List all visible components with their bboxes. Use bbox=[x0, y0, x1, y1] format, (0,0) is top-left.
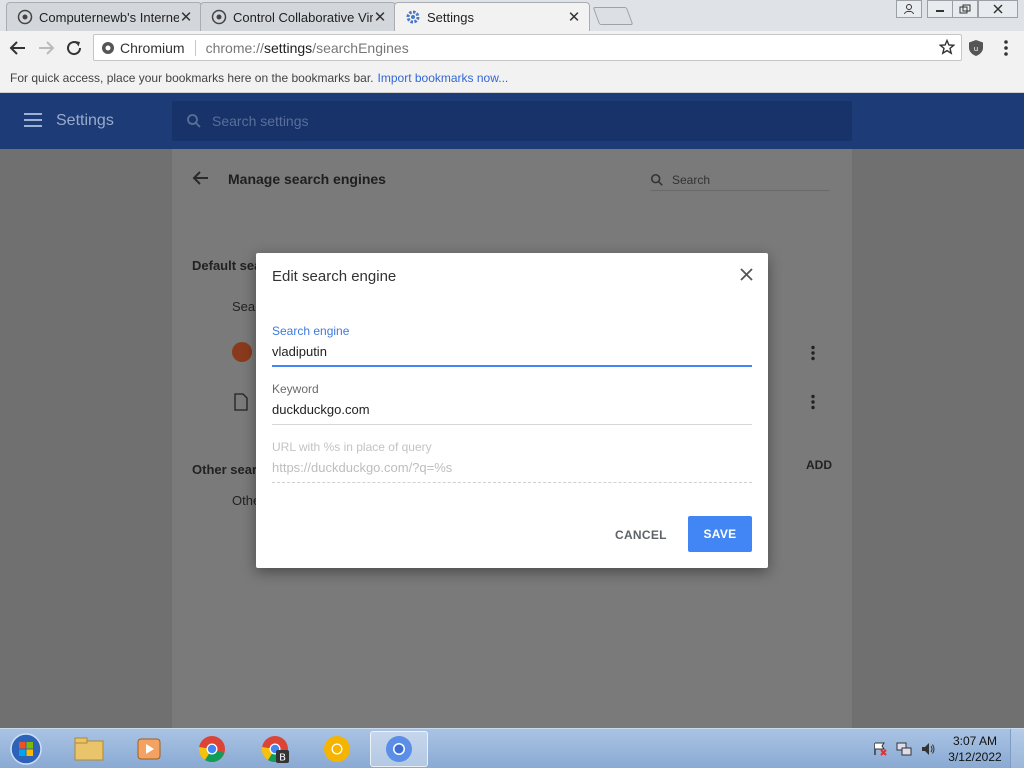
reload-button[interactable] bbox=[63, 37, 85, 59]
tab-close-icon[interactable]: ✕ bbox=[373, 9, 387, 26]
add-engine-button[interactable]: ADD bbox=[806, 458, 832, 472]
forward-button[interactable] bbox=[35, 37, 57, 59]
minimize-button[interactable] bbox=[927, 0, 953, 18]
page-title: Manage search engines bbox=[228, 171, 386, 187]
settings-title: Settings bbox=[56, 112, 114, 129]
extension-shield-icon[interactable]: u bbox=[965, 37, 987, 59]
row-more-icon[interactable] bbox=[810, 345, 816, 364]
tab-close-icon[interactable]: ✕ bbox=[567, 9, 581, 26]
search-icon bbox=[650, 173, 663, 186]
url-field: URL with %s in place of query https://du… bbox=[272, 440, 752, 483]
cancel-button[interactable]: CANCEL bbox=[605, 518, 677, 552]
save-button[interactable]: SAVE bbox=[688, 516, 752, 552]
page-search-placeholder: Search bbox=[672, 172, 711, 187]
chrome-canary-icon[interactable] bbox=[308, 731, 366, 767]
settings-header: Settings Search settings bbox=[0, 93, 1024, 149]
window-close-button[interactable] bbox=[978, 0, 1018, 18]
origin-chip: Chromium bbox=[120, 39, 185, 56]
gear-icon bbox=[405, 9, 421, 25]
url-label: URL with %s in place of query bbox=[272, 440, 432, 454]
file-icon bbox=[234, 393, 248, 414]
start-button[interactable] bbox=[4, 730, 48, 768]
clock-time: 3:07 AM bbox=[952, 734, 998, 748]
bookmarks-bar: For quick access, place your bookmarks h… bbox=[0, 64, 1024, 93]
tab-title: Settings bbox=[427, 9, 474, 25]
search-engine-label: Search engine bbox=[272, 324, 350, 338]
bookmarks-hint: For quick access, place your bookmarks h… bbox=[10, 71, 374, 85]
action-center-icon[interactable] bbox=[868, 741, 892, 757]
row-more-icon[interactable] bbox=[810, 394, 816, 413]
url-text[interactable]: chrome://settings/searchEngines bbox=[206, 40, 409, 56]
chrome-beta-icon[interactable]: B bbox=[246, 731, 304, 767]
menu-dots-icon[interactable] bbox=[995, 37, 1017, 59]
tab-title: Control Collaborative Virt bbox=[233, 9, 373, 25]
back-button[interactable] bbox=[7, 37, 29, 59]
edit-search-engine-dialog: Edit search engine Search engine vladipu… bbox=[256, 253, 768, 568]
svg-text:u: u bbox=[974, 45, 978, 53]
restore-button[interactable] bbox=[952, 0, 978, 18]
page-search-input[interactable]: Search bbox=[650, 169, 830, 191]
address-bar[interactable]: Chromium chrome://settings/searchEngines bbox=[93, 34, 962, 61]
site-favicon-icon bbox=[17, 9, 33, 25]
volume-icon[interactable] bbox=[916, 741, 940, 757]
divider bbox=[194, 39, 196, 56]
svg-text:B: B bbox=[279, 753, 286, 764]
media-player-icon[interactable] bbox=[120, 731, 178, 767]
clock[interactable]: 3:07 AM 3/12/2022 bbox=[940, 733, 1010, 765]
other-engines-heading: Other searc bbox=[192, 462, 265, 477]
search-engine-field[interactable]: Search engine vladiputin bbox=[272, 324, 752, 367]
url-input: https://duckduckgo.com/?q=%s bbox=[272, 460, 752, 483]
duckduckgo-icon bbox=[232, 342, 252, 362]
tab-computernewb[interactable]: Computernewb's Internet ✕ bbox=[6, 2, 202, 31]
file-explorer-icon[interactable] bbox=[60, 731, 118, 767]
tab-strip: Computernewb's Internet ✕ Control Collab… bbox=[0, 0, 1024, 31]
dialog-title: Edit search engine bbox=[272, 268, 397, 285]
tab-control-collaborative[interactable]: Control Collaborative Virt ✕ bbox=[200, 2, 396, 31]
search-engine-input[interactable]: vladiputin bbox=[272, 344, 752, 367]
settings-search-input[interactable]: Search settings bbox=[172, 101, 852, 141]
browser-toolbar: Chromium chrome://settings/searchEngines… bbox=[0, 31, 1024, 64]
profile-icon[interactable] bbox=[896, 0, 922, 18]
close-icon[interactable] bbox=[738, 266, 754, 282]
default-engines-heading: Default sea bbox=[192, 258, 262, 273]
network-icon[interactable] bbox=[892, 741, 916, 757]
hamburger-menu-icon[interactable] bbox=[24, 113, 42, 129]
page-back-arrow-icon[interactable] bbox=[190, 167, 212, 189]
new-tab-button[interactable] bbox=[592, 7, 634, 25]
chromium-logo-icon bbox=[101, 41, 115, 55]
keyword-input[interactable]: duckduckgo.com bbox=[272, 402, 752, 425]
tab-settings[interactable]: Settings ✕ bbox=[394, 2, 590, 31]
site-favicon-icon bbox=[211, 9, 227, 25]
tab-close-icon[interactable]: ✕ bbox=[179, 9, 193, 26]
settings-search-placeholder: Search settings bbox=[212, 113, 309, 129]
import-bookmarks-link[interactable]: Import bookmarks now... bbox=[378, 71, 509, 85]
system-tray: 3:07 AM 3/12/2022 bbox=[868, 729, 1024, 768]
chrome-icon[interactable] bbox=[183, 731, 241, 767]
keyword-field[interactable]: Keyword duckduckgo.com bbox=[272, 382, 752, 425]
taskbar: B 3:07 AM 3/12/2022 bbox=[0, 728, 1024, 768]
chromium-taskbar-icon[interactable] bbox=[370, 731, 428, 767]
tab-title: Computernewb's Internet bbox=[39, 9, 179, 25]
search-icon bbox=[187, 114, 201, 128]
bookmark-star-icon[interactable] bbox=[938, 38, 956, 58]
show-desktop-button[interactable] bbox=[1010, 729, 1024, 768]
clock-date: 3/12/2022 bbox=[948, 750, 1002, 764]
keyword-label: Keyword bbox=[272, 382, 319, 396]
